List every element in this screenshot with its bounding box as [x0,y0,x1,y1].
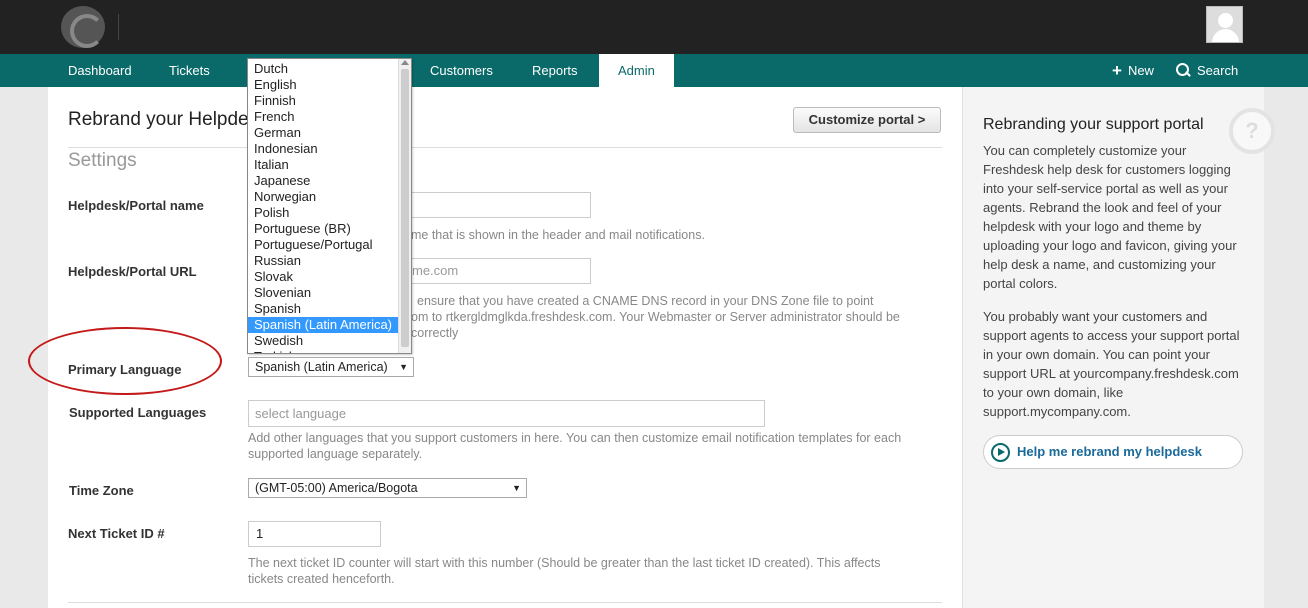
new-button[interactable]: + New [1112,54,1154,87]
supported-languages-input[interactable]: select language [248,400,765,427]
divider [68,602,942,603]
portal-url-hint-2: om to rtkergldmglkda.freshdesk.com. Your… [411,310,900,324]
search-label: Search [1197,63,1239,78]
time-zone-label: Time Zone [69,483,134,498]
nav-dashboard[interactable]: Dashboard [68,54,132,87]
sidebar-title: Rebranding your support portal [983,116,1204,133]
page-title: Rebrand your Helpdesk [68,109,268,130]
dropdown-option[interactable]: Japanese [248,173,398,189]
user-avatar[interactable] [1206,6,1243,43]
next-ticket-hint-2: tickets created henceforth. [248,572,395,586]
chevron-down-icon: ▼ [399,362,408,372]
search-button[interactable]: Search [1176,54,1238,87]
primary-language-select[interactable]: Spanish (Latin America) ▼ [248,357,414,377]
freshdesk-logo-icon[interactable] [61,6,105,48]
dropdown-option[interactable]: English [248,77,398,93]
dropdown-option[interactable]: Spanish (Latin America) [248,317,398,333]
chevron-down-icon: ▼ [512,483,521,493]
search-icon [1176,63,1190,77]
help-sidebar: Rebranding your support portal You can c… [962,87,1264,608]
scroll-up-icon[interactable] [401,60,409,65]
portal-url-hint-3: correctly [411,326,459,340]
portal-url-label: Helpdesk/Portal URL [68,264,197,279]
portal-name-label: Helpdesk/Portal name [68,198,204,213]
scrollbar-thumb[interactable] [401,69,409,347]
next-ticket-hint-1: The next ticket ID counter will start wi… [248,556,881,570]
customize-portal-button[interactable]: Customize portal > [793,107,941,133]
dropdown-option[interactable]: Spanish [248,301,398,317]
sidebar-paragraph-2: You probably want your customers and sup… [983,309,1240,419]
annotation-circle [28,327,222,395]
dropdown-option[interactable]: German [248,125,398,141]
dropdown-option[interactable]: Indonesian [248,141,398,157]
divider [118,14,119,40]
nav-customers[interactable]: Customers [430,54,493,87]
dropdown-scrollbar[interactable] [398,59,411,353]
dropdown-option[interactable]: Slovak [248,269,398,285]
supported-languages-hint-1: Add other languages that you support cus… [248,431,902,445]
portal-name-hint: me that is shown in the header and mail … [411,228,705,242]
language-dropdown-list[interactable]: Dutch English Finnish French German Indonesia… [247,58,412,354]
dropdown-option[interactable]: French [248,109,398,125]
primary-language-label: Primary Language [68,362,182,377]
main-nav: Dashboard Tickets Customers Reports Admi… [0,54,1308,87]
time-zone-value: (GMT-05:00) America/Bogota [255,481,418,495]
dropdown-option[interactable]: Dutch [248,61,398,77]
portal-url-hint-1: ensure that you have created a CNAME DNS… [417,294,874,308]
new-label: New [1127,63,1154,78]
plus-icon: + [1112,61,1122,80]
dropdown-option[interactable]: Swedish [248,333,398,349]
dropdown-option[interactable]: Russian [248,253,398,269]
time-zone-select[interactable]: (GMT-05:00) America/Bogota ▼ [248,478,527,498]
supported-languages-label: Supported Languages [69,405,207,420]
divider [68,147,942,148]
help-rebrand-label: Help me rebrand my helpdesk [1017,444,1202,459]
primary-language-value: Spanish (Latin America) [255,360,388,374]
help-question-icon[interactable]: ? [1229,108,1275,154]
next-ticket-id-label: Next Ticket ID # [68,526,165,541]
dropdown-option[interactable]: Italian [248,157,398,173]
nav-tickets[interactable]: Tickets [169,54,210,87]
dropdown-option[interactable]: Portuguese (BR) [248,221,398,237]
top-bar [0,0,1308,54]
nav-admin[interactable]: Admin [599,54,674,87]
dropdown-options: Dutch English Finnish French German Indonesia… [248,61,398,353]
dropdown-option[interactable]: Finnish [248,93,398,109]
dropdown-option[interactable]: Norwegian [248,189,398,205]
dropdown-option[interactable]: Portuguese/Portugal [248,237,398,253]
nav-reports[interactable]: Reports [532,54,578,87]
supported-languages-hint-2: supported language separately. [248,447,423,461]
settings-heading: Settings [68,150,137,171]
dropdown-option[interactable]: Slovenian [248,285,398,301]
main-panel: Rebrand your Helpdesk Customize portal >… [28,87,962,608]
play-icon [991,443,1010,462]
next-ticket-id-input[interactable]: 1 [248,521,381,547]
dropdown-option[interactable]: Turkish [248,349,398,353]
help-rebrand-button[interactable]: Help me rebrand my helpdesk [983,435,1243,469]
sidebar-paragraph-1: You can completely customize your Freshd… [983,143,1237,291]
dropdown-option[interactable]: Polish [248,205,398,221]
